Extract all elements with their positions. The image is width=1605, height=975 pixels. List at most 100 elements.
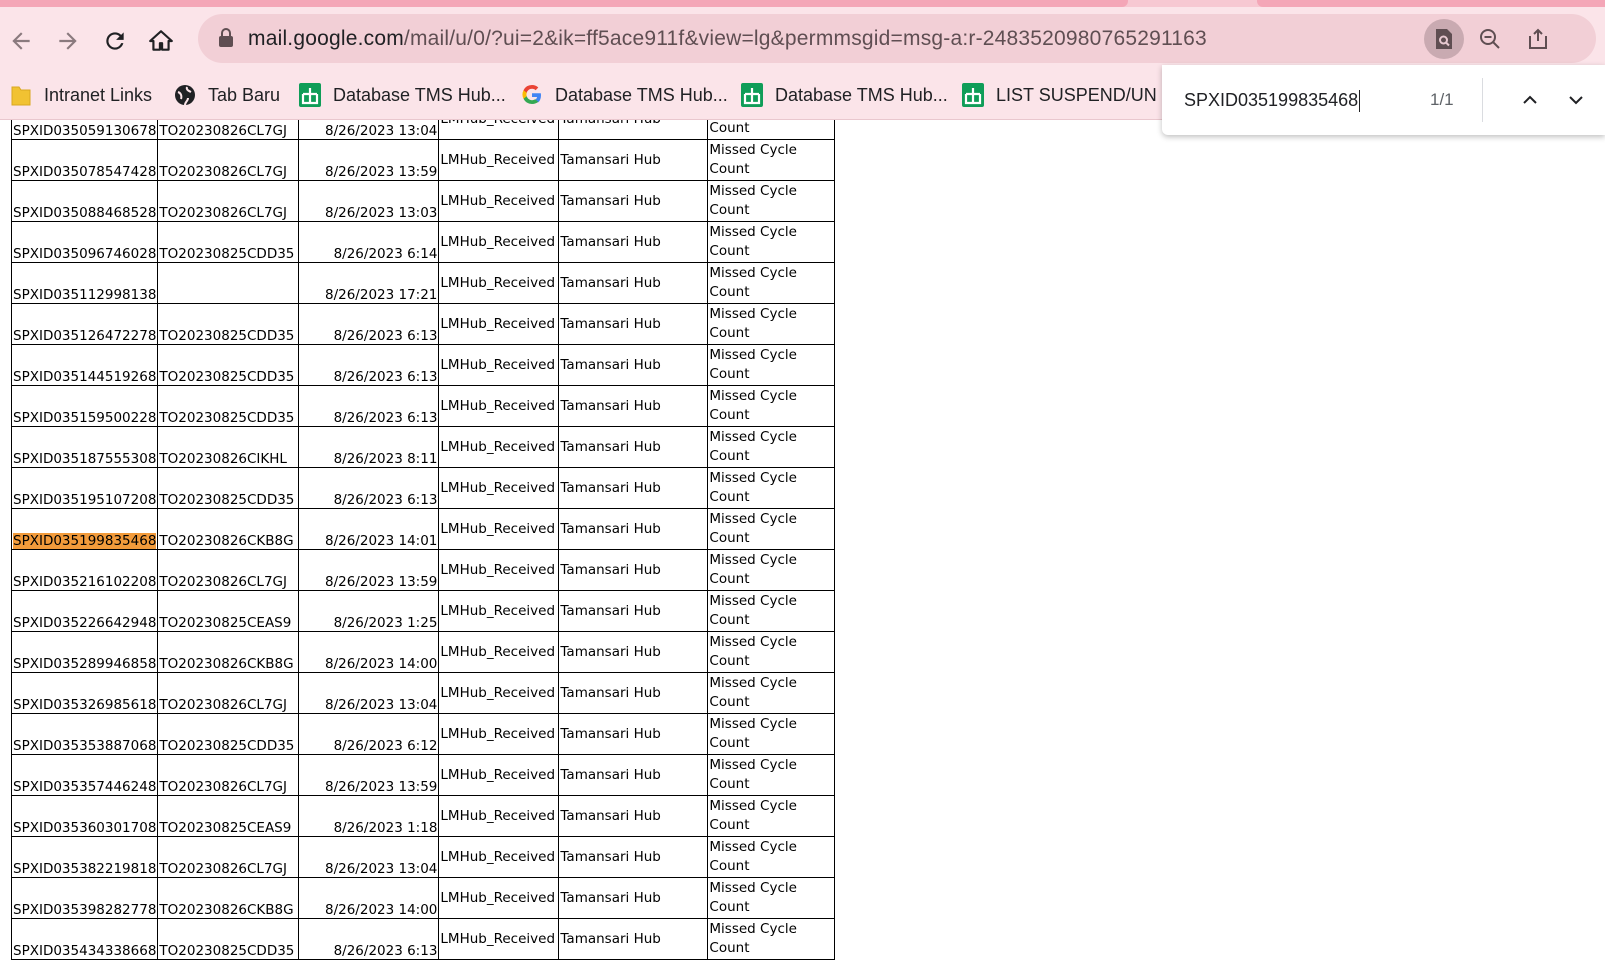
cell-reason: Missed Cycle Count	[707, 467, 836, 509]
cell-status: LMHub_Received	[438, 918, 560, 960]
cell-hub: Tamansari Hub	[558, 713, 709, 755]
bookmark-label: Database TMS Hub...	[775, 84, 948, 105]
bookmark-tab-baru[interactable]: Tab Baru	[174, 71, 280, 119]
cell-timestamp: 8/26/2023 13:59	[298, 549, 440, 591]
cell-timestamp: 8/26/2023 13:04	[298, 836, 440, 878]
cell-timestamp: 8/26/2023 13:59	[298, 139, 440, 181]
find-match-highlight: SPXID035199835468	[13, 533, 157, 549]
cell-reason: Missed Cycle Count	[707, 344, 836, 386]
page-content: SPXID035059130678 TO20230826CL7GJ 8/26/202…	[0, 120, 1605, 975]
find-separator	[1482, 78, 1483, 122]
cell-spx-id: SPXID035382219818	[10, 836, 159, 878]
cell-to-number: TO20230826CL7GJ	[157, 672, 300, 714]
cell-hub: Tamansari Hub	[558, 262, 709, 304]
share-button[interactable]	[1518, 19, 1558, 59]
cell-to-number: TO20230826CIKHL	[157, 426, 300, 468]
cell-status: LMHub_Received	[438, 754, 560, 796]
table-row: SPXID035289946858 TO20230826CKB8G 8/26/202…	[10, 631, 836, 673]
cell-timestamp: 8/26/2023 14:01	[298, 508, 440, 550]
find-input[interactable]: SPXID035199835468	[1184, 65, 1361, 135]
home-button[interactable]	[144, 24, 178, 58]
cell-reason: Missed Cycle Count	[707, 918, 836, 960]
bookmark-database-tms-hub-1[interactable]: Database TMS Hub...	[299, 71, 506, 119]
cell-to-number: TO20230825CDD35	[157, 713, 300, 755]
find-previous-button[interactable]	[1513, 83, 1547, 117]
table-row: SPXID035434338668 TO20230825CDD35 8/26/202…	[10, 918, 836, 960]
home-icon	[149, 30, 173, 51]
cell-timestamp: 8/26/2023 6:13	[298, 344, 440, 386]
cell-spx-id: SPXID035353887068	[10, 713, 159, 755]
find-match-count: 1/1	[1430, 90, 1454, 109]
bookmark-label: Database TMS Hub...	[555, 84, 728, 105]
table-row: SPXID035078547428 TO20230826CL7GJ 8/26/202…	[10, 139, 836, 181]
cell-hub: Tamansari Hub	[558, 221, 709, 263]
forward-button[interactable]	[51, 24, 85, 58]
cell-to-number: TO20230826CL7GJ	[157, 836, 300, 878]
bookmark-list-suspend[interactable]: LIST SUSPEND/UN	[962, 71, 1157, 119]
cell-hub: Tamansari Hub	[558, 836, 709, 878]
cell-reason: Missed Cycle Count	[707, 590, 836, 632]
cell-spx-id: SPXID035195107208	[10, 467, 159, 509]
cell-status: LMHub_Received	[438, 344, 560, 386]
cell-spx-id: SPXID035126472278	[10, 303, 159, 345]
find-bar: SPXID035199835468 1/1	[1162, 65, 1605, 135]
cell-hub: Tamansari Hub	[558, 672, 709, 714]
folder-icon	[11, 86, 31, 106]
google-sheets-icon	[962, 83, 984, 107]
inactive-tab[interactable]	[1257, 0, 1605, 7]
table-body: SPXID035059130678 TO20230826CL7GJ 8/26/202…	[10, 120, 836, 960]
bookmark-label: Tab Baru	[208, 84, 281, 105]
find-next-button[interactable]	[1559, 83, 1593, 117]
cell-spx-id: SPXID035144519268	[10, 344, 159, 386]
url-path: /mail/u/0/?ui=2&ik=ff5ace911f&view=lg&pe…	[403, 27, 1207, 50]
cell-hub: Tamansari Hub	[558, 180, 709, 222]
cell-spx-id: SPXID035326985618	[10, 672, 159, 714]
chevron-down-icon	[1569, 96, 1583, 105]
cell-to-number: TO20230826CKB8G	[157, 877, 300, 919]
cell-timestamp: 8/26/2023 14:00	[298, 631, 440, 673]
cell-to-number: TO20230826CL7GJ	[157, 120, 300, 140]
bookmark-label: Intranet Links	[44, 84, 153, 105]
cell-reason: Missed Cycle Count	[707, 262, 836, 304]
cell-reason: Missed Cycle Count	[707, 180, 836, 222]
cell-hub: Tamansari Hub	[558, 795, 709, 837]
cell-timestamp: 8/26/2023 13:04	[298, 120, 440, 140]
cell-hub: Tamansari Hub	[558, 877, 709, 919]
table-row: SPXID035088468528 TO20230826CL7GJ 8/26/202…	[10, 180, 836, 222]
cell-to-number: TO20230826CKB8G	[157, 631, 300, 673]
reload-button[interactable]	[98, 24, 132, 58]
cell-hub: Tamansari Hub	[558, 467, 709, 509]
table-row: SPXID035382219818 TO20230826CL7GJ 8/26/202…	[10, 836, 836, 878]
address-bar[interactable]: mail.google.com/mail/u/0/?ui=2&ik=ff5ace…	[198, 14, 1596, 63]
cell-status: LMHub_Received	[438, 139, 560, 181]
cell-reason: Missed Cycle Count	[707, 795, 836, 837]
cell-hub: Tamansari Hub	[558, 385, 709, 427]
back-button[interactable]	[4, 24, 38, 58]
table-row: SPXID035112998138 8/26/2023 17:21 LMHub_Re…	[10, 262, 836, 304]
cell-spx-id: SPXID035059130678	[10, 120, 159, 140]
active-tab[interactable]	[0, 0, 1128, 7]
find-in-page-button[interactable]	[1424, 19, 1464, 59]
cell-timestamp: 8/26/2023 6:13	[298, 918, 440, 960]
cell-spx-id: SPXID035096746028	[10, 221, 159, 263]
arrow-left-icon	[12, 32, 30, 50]
cell-status: LMHub_Received	[438, 508, 560, 550]
bookmark-database-tms-hub-2[interactable]: Database TMS Hub...	[521, 71, 728, 119]
table-row: SPXID035216102208 TO20230826CL7GJ 8/26/202…	[10, 549, 836, 591]
bookmark-database-tms-hub-3[interactable]: Database TMS Hub...	[741, 71, 948, 119]
cell-reason: Missed Cycle Count	[707, 672, 836, 714]
zoom-button[interactable]	[1470, 19, 1510, 59]
cell-hub: Tamansari Hub	[558, 918, 709, 960]
cell-status: LMHub_Received	[438, 426, 560, 468]
cell-to-number: TO20230825CDD35	[157, 303, 300, 345]
cell-status: LMHub_Received	[438, 836, 560, 878]
cell-to-number: TO20230825CDD35	[157, 344, 300, 386]
cell-hub: Tamansari Hub	[558, 303, 709, 345]
bookmark-intranet-links[interactable]: Intranet Links	[10, 71, 152, 119]
cell-status: LMHub_Received	[438, 590, 560, 632]
cell-status: LMHub_Received	[438, 631, 560, 673]
cell-status: LMHub_Received	[438, 385, 560, 427]
table-row: SPXID035059130678 TO20230826CL7GJ 8/26/202…	[10, 120, 836, 140]
bookmark-label: LIST SUSPEND/UN	[996, 84, 1157, 105]
cell-spx-id: SPXID035088468528	[10, 180, 159, 222]
